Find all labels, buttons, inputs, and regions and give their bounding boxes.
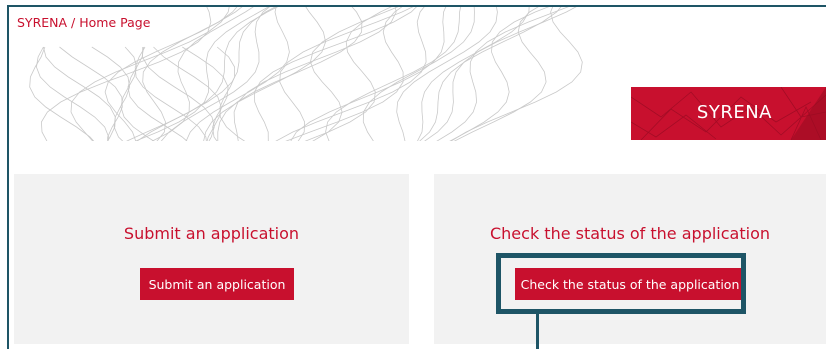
- action-cards: Submit an application Submit an applicat…: [9, 141, 826, 349]
- check-status-card: Check the status of the application Chec…: [434, 174, 826, 344]
- brand-label: SYRENA: [696, 102, 772, 123]
- submit-application-title: Submit an application: [123, 224, 300, 243]
- breadcrumb: SYRENA / Home Page: [17, 15, 150, 30]
- brand-block: SYRENA: [631, 87, 826, 140]
- submit-application-card: Submit an application Submit an applicat…: [14, 174, 409, 344]
- breadcrumb-current-page: Home Page: [79, 15, 151, 30]
- callout-pointer-line: [536, 314, 539, 349]
- check-status-title: Check the status of the application: [489, 224, 770, 243]
- submit-application-button[interactable]: Submit an application: [140, 268, 294, 300]
- check-status-button[interactable]: Check the status of the application: [515, 268, 745, 300]
- page-frame: SYRENA / Home Page SYRENA Submit an appl…: [7, 5, 826, 349]
- breadcrumb-home-link[interactable]: SYRENA: [17, 15, 67, 30]
- breadcrumb-separator: /: [67, 15, 80, 30]
- hero-banner: SYRENA / Home Page SYRENA: [9, 7, 826, 141]
